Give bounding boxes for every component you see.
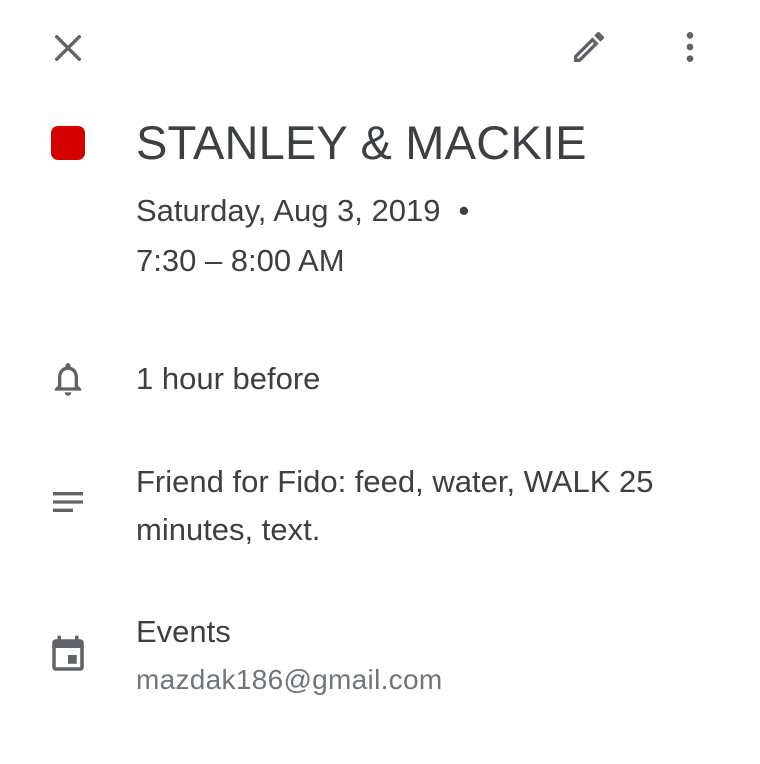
pencil-icon: [574, 31, 605, 62]
close-icon: [54, 34, 82, 62]
event-description: Friend for Fido: feed, water, WALK 25 mi…: [136, 464, 654, 547]
more-vert-icon: [686, 32, 694, 62]
bell-icon: [44, 355, 92, 403]
calendar-name: Events: [136, 614, 231, 649]
event-title: STANLEY & MACKIE: [136, 116, 587, 169]
close-button[interactable]: [40, 20, 96, 76]
notes-icon: [44, 478, 92, 526]
reminder-text[interactable]: 1 hour before: [136, 355, 320, 403]
calendar-icon: [44, 631, 92, 679]
edit-button[interactable]: [561, 19, 617, 75]
separator-bullet: •: [458, 193, 470, 228]
event-time: 7:30 – 8:00 AM: [136, 243, 345, 278]
event-datetime: Saturday, Aug 3, 2019 • 7:30 – 8:00 AM: [136, 186, 469, 286]
more-options-button[interactable]: [662, 19, 718, 75]
event-color-swatch: [51, 126, 85, 160]
calendar-account: mazdak186@gmail.com: [136, 664, 443, 695]
event-date: Saturday, Aug 3, 2019: [136, 193, 441, 228]
